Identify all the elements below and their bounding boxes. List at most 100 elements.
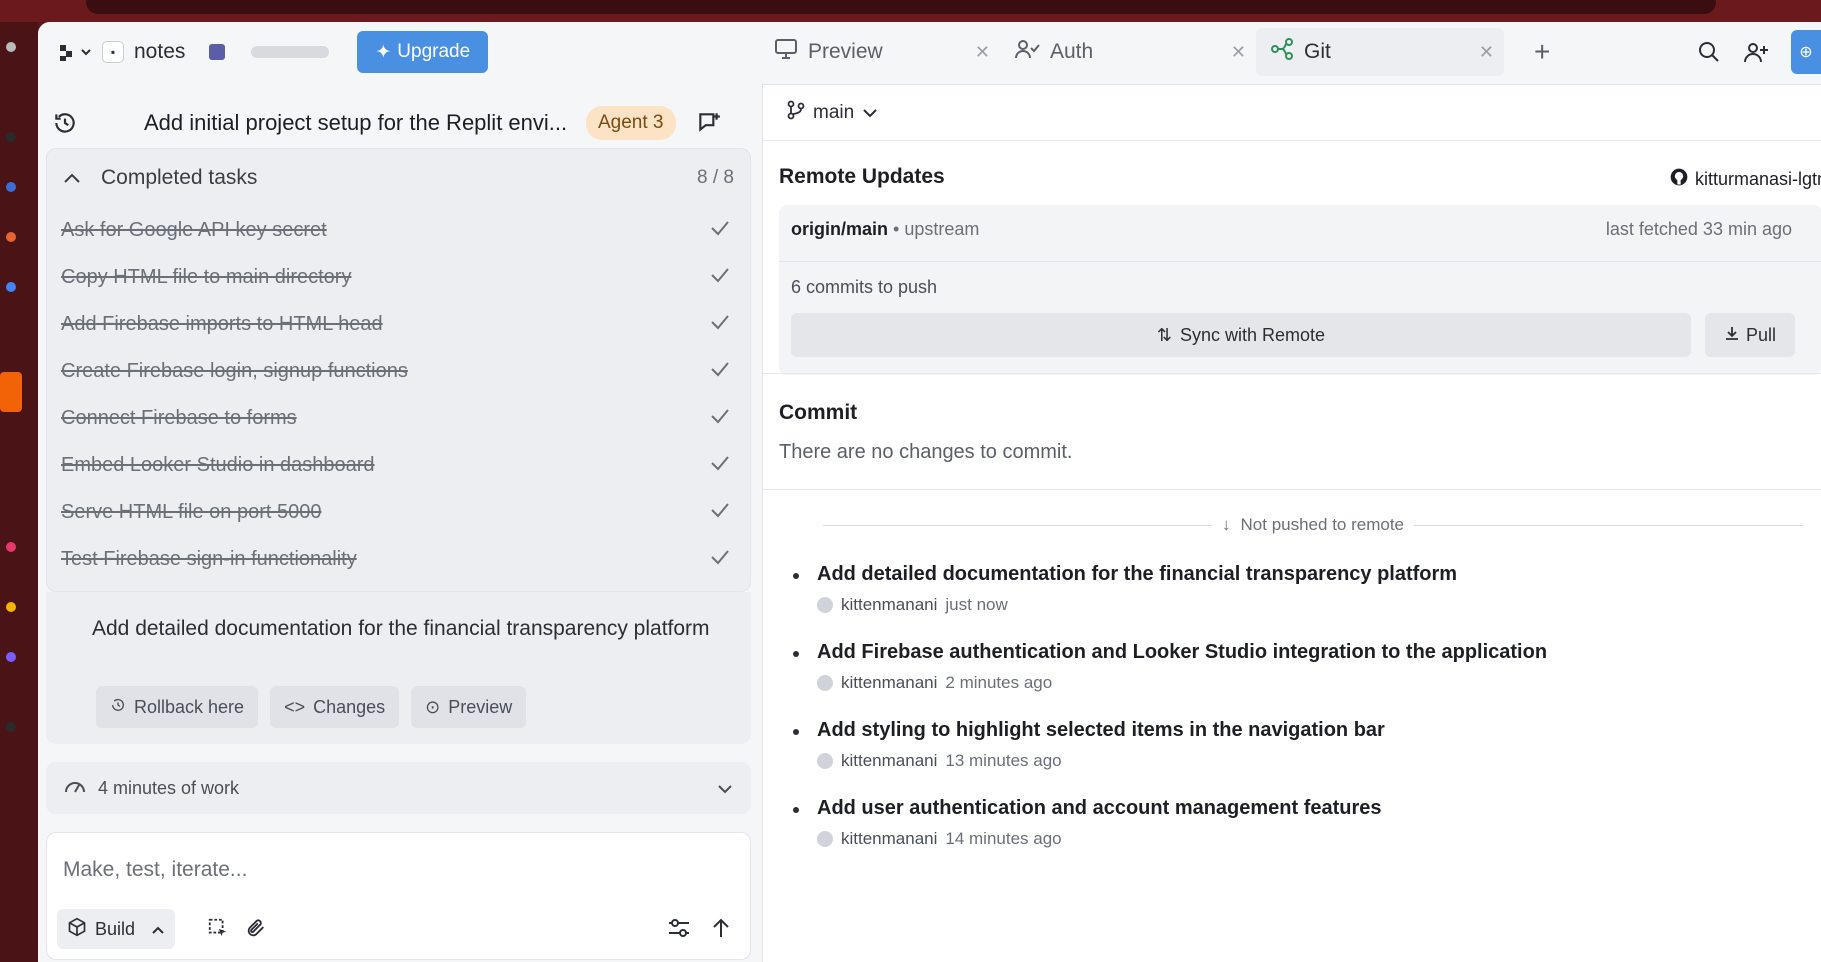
- sync-with-remote-button[interactable]: ⇅ Sync with Remote: [791, 313, 1691, 357]
- plus-icon[interactable]: +: [1534, 36, 1550, 68]
- dock-app-icon[interactable]: [6, 182, 16, 192]
- thread-title[interactable]: Add initial project setup for the Replit…: [144, 110, 567, 136]
- work-duration-label: 4 minutes of work: [98, 777, 240, 798]
- globe-icon[interactable]: ⊕: [1791, 30, 1821, 74]
- rollback-label: Rollback here: [134, 696, 245, 717]
- check-icon: [710, 314, 730, 335]
- browser-top-strip: [0, 0, 1821, 22]
- upgrade-button[interactable]: ✦ Upgrade: [357, 31, 489, 73]
- task-text: Add Firebase imports to HTML head: [61, 313, 383, 335]
- completed-tasks-header[interactable]: Completed tasks 8 / 8: [47, 149, 750, 207]
- dock-app-icon[interactable]: [6, 132, 16, 142]
- repo-owner: kitturmanasi-lgtm/: [1695, 169, 1821, 189]
- commit-author: kittenmanani: [841, 751, 938, 770]
- tasks-count: 8 / 8: [697, 167, 734, 188]
- not-pushed-label: Not pushed to remote: [1240, 515, 1404, 534]
- sync-label: Sync with Remote: [1180, 324, 1326, 345]
- close-icon[interactable]: ✕: [975, 42, 990, 63]
- project-chip[interactable]: ▪ notes: [102, 40, 185, 64]
- cube-icon: [67, 917, 87, 942]
- tab-preview[interactable]: Preview ✕: [760, 28, 1000, 76]
- branch-selector[interactable]: main: [763, 85, 1821, 141]
- preview-label: Preview: [448, 696, 513, 717]
- dock-app-icon[interactable]: [6, 542, 16, 552]
- build-mode-button[interactable]: Build: [57, 909, 176, 949]
- git-branch-icon: [1270, 38, 1294, 66]
- chevron-down-icon: [717, 778, 733, 799]
- avatar: [817, 753, 833, 769]
- divider: [763, 373, 1821, 374]
- commit-author: kittenmanani: [841, 829, 938, 848]
- dock-app-icon-active[interactable]: [0, 372, 22, 412]
- task-text: Create Firebase login, signup functions: [61, 360, 408, 382]
- commit-message: Add styling to highlight selected items …: [817, 719, 1385, 741]
- paperclip-icon[interactable]: [245, 917, 267, 939]
- commit-title: Commit: [779, 401, 858, 424]
- divider-line: [1414, 524, 1804, 526]
- task-item: Create Firebase login, signup functions: [47, 348, 750, 395]
- rollback-button[interactable]: Rollback here: [96, 686, 259, 728]
- tab-auth[interactable]: Auth ✕: [1000, 28, 1256, 76]
- dock-app-icon[interactable]: [6, 722, 16, 732]
- repo-link[interactable]: kitturmanasi-lgtm/: [1669, 167, 1821, 192]
- divider: [763, 489, 1821, 490]
- pull-label: Pull: [1745, 324, 1776, 345]
- work-duration-row[interactable]: 4 minutes of work: [46, 762, 751, 814]
- close-icon[interactable]: ✕: [1231, 42, 1246, 63]
- prompt-input[interactable]: [63, 853, 723, 887]
- replit-window: ▪ notes ✦ Upgrade Add initial project se…: [38, 22, 1821, 962]
- remote-ref-row: origin/main • upstream: [791, 219, 979, 240]
- commit-meta: kittenmanani just now: [817, 595, 1008, 615]
- chevron-up-icon: [63, 166, 81, 190]
- task-item: Test Firebase sign-in functionality: [47, 536, 750, 583]
- sliders-icon[interactable]: [667, 917, 691, 939]
- url-bar[interactable]: [86, 0, 1716, 14]
- task-item: Add Firebase imports to HTML head: [47, 301, 750, 348]
- dock-app-icon[interactable]: [6, 652, 16, 662]
- sync-arrows-icon: ⇅: [1156, 324, 1173, 345]
- commit-meta: kittenmanani 2 minutes ago: [817, 673, 1052, 693]
- commit-time: 13 minutes ago: [945, 751, 1062, 770]
- changes-button[interactable]: <> Changes: [270, 686, 400, 728]
- upgrade-label: Upgrade: [397, 41, 471, 62]
- new-chat-icon[interactable]: [696, 110, 722, 136]
- workspace-menu-icon[interactable]: [58, 42, 92, 62]
- chevron-up-icon: [151, 919, 165, 940]
- not-pushed-divider: ↓ Not pushed to remote: [823, 513, 1804, 537]
- check-icon: [710, 267, 730, 288]
- commit-author: kittenmanani: [841, 673, 938, 692]
- completed-tasks-panel: Completed tasks 8 / 8 Ask for Google API…: [46, 148, 751, 592]
- avatar: [817, 831, 833, 847]
- invite-user-icon[interactable]: [1743, 40, 1769, 64]
- pull-button[interactable]: Pull: [1705, 313, 1795, 357]
- upstream-label: upstream: [904, 219, 980, 239]
- select-element-icon[interactable]: [207, 917, 229, 939]
- tab-git[interactable]: Git ✕: [1256, 28, 1504, 76]
- commit-message: Add Firebase authentication and Looker S…: [817, 641, 1548, 663]
- history-icon: [110, 697, 126, 718]
- task-text: Embed Looker Studio in dashboard: [61, 454, 375, 476]
- history-icon[interactable]: [52, 110, 78, 136]
- search-icon[interactable]: [1697, 40, 1721, 64]
- commit-time: just now: [945, 595, 1008, 614]
- stop-icon[interactable]: [209, 44, 226, 60]
- task-list: Ask for Google API key secret Copy HTML …: [47, 207, 750, 583]
- tab-label: Preview: [808, 40, 883, 63]
- project-name: notes: [134, 40, 186, 63]
- commit-dot: [793, 729, 799, 735]
- check-icon: [710, 220, 730, 241]
- close-icon[interactable]: ✕: [1479, 42, 1494, 63]
- task-text: Test Firebase sign-in functionality: [61, 548, 357, 570]
- send-arrow-icon[interactable]: [711, 917, 731, 939]
- dock-app-icon[interactable]: [6, 42, 16, 52]
- dock-app-icon[interactable]: [6, 282, 16, 292]
- no-changes-text: There are no changes to commit.: [779, 441, 1073, 463]
- gauge-icon: [64, 777, 86, 800]
- task-item: Copy HTML file to main directory: [47, 254, 750, 301]
- download-icon: [1724, 325, 1740, 346]
- dock-app-icon[interactable]: [6, 232, 16, 242]
- thread-header: Add initial project setup for the Replit…: [38, 96, 760, 150]
- dock-app-icon[interactable]: [6, 602, 16, 612]
- task-text: Serve HTML file on port 5000: [61, 501, 322, 523]
- preview-button[interactable]: ⊙ Preview: [411, 686, 527, 728]
